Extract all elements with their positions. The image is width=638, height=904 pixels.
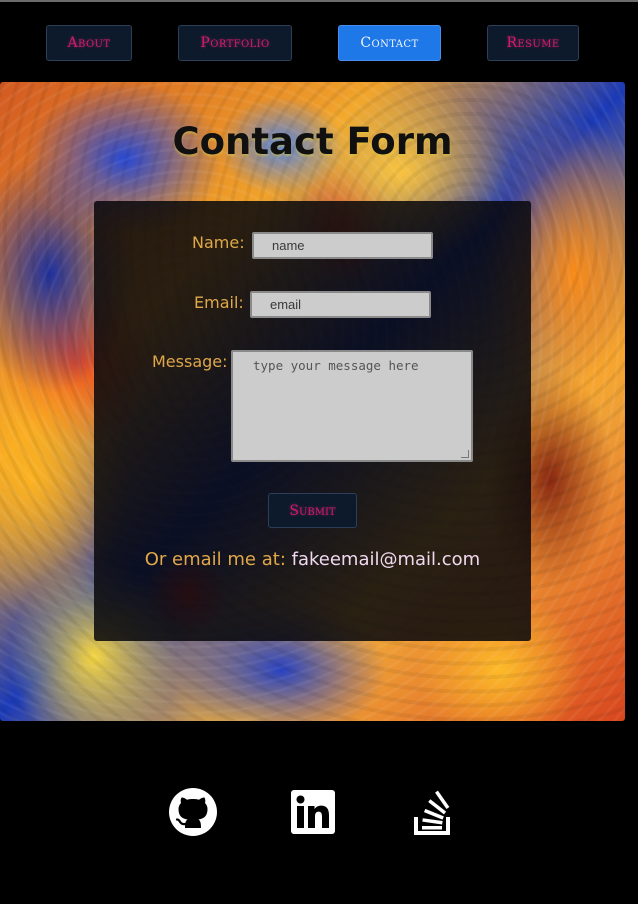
nav-about-button[interactable]: About bbox=[46, 25, 132, 61]
nav-resume-button[interactable]: Resume bbox=[487, 25, 579, 61]
top-nav: About Portfolio Contact Resume bbox=[0, 25, 638, 62]
top-border bbox=[0, 0, 638, 2]
name-placeholder: name bbox=[272, 238, 305, 253]
nav-contact-button[interactable]: Contact bbox=[338, 25, 441, 61]
nav-portfolio-button[interactable]: Portfolio bbox=[178, 25, 292, 61]
contact-hero: Contact Form Name: name Email: email Mes… bbox=[0, 82, 625, 721]
email-label: Email: bbox=[194, 293, 244, 312]
resize-handle-icon[interactable] bbox=[461, 450, 469, 458]
message-textarea[interactable]: type your message here bbox=[231, 350, 473, 462]
email-link[interactable]: fakeemail@mail.com bbox=[292, 549, 481, 570]
message-label: Message: bbox=[152, 352, 228, 371]
name-input[interactable]: name bbox=[252, 232, 433, 259]
page-title: Contact Form bbox=[172, 120, 453, 163]
submit-button[interactable]: Submit bbox=[268, 493, 357, 528]
contact-form: Name: name Email: email Message: type yo… bbox=[94, 201, 531, 641]
name-label: Name: bbox=[192, 233, 245, 252]
email-placeholder: email bbox=[270, 297, 302, 312]
email-contact-line: Or email me at: fakeemail@mail.com bbox=[94, 549, 531, 570]
email-prefix: Or email me at: bbox=[144, 549, 286, 570]
linkedin-icon[interactable] bbox=[290, 787, 336, 837]
email-input[interactable]: email bbox=[250, 291, 431, 318]
github-icon[interactable] bbox=[168, 787, 218, 837]
message-placeholder: type your message here bbox=[253, 358, 419, 373]
stack-overflow-icon[interactable] bbox=[413, 787, 453, 837]
